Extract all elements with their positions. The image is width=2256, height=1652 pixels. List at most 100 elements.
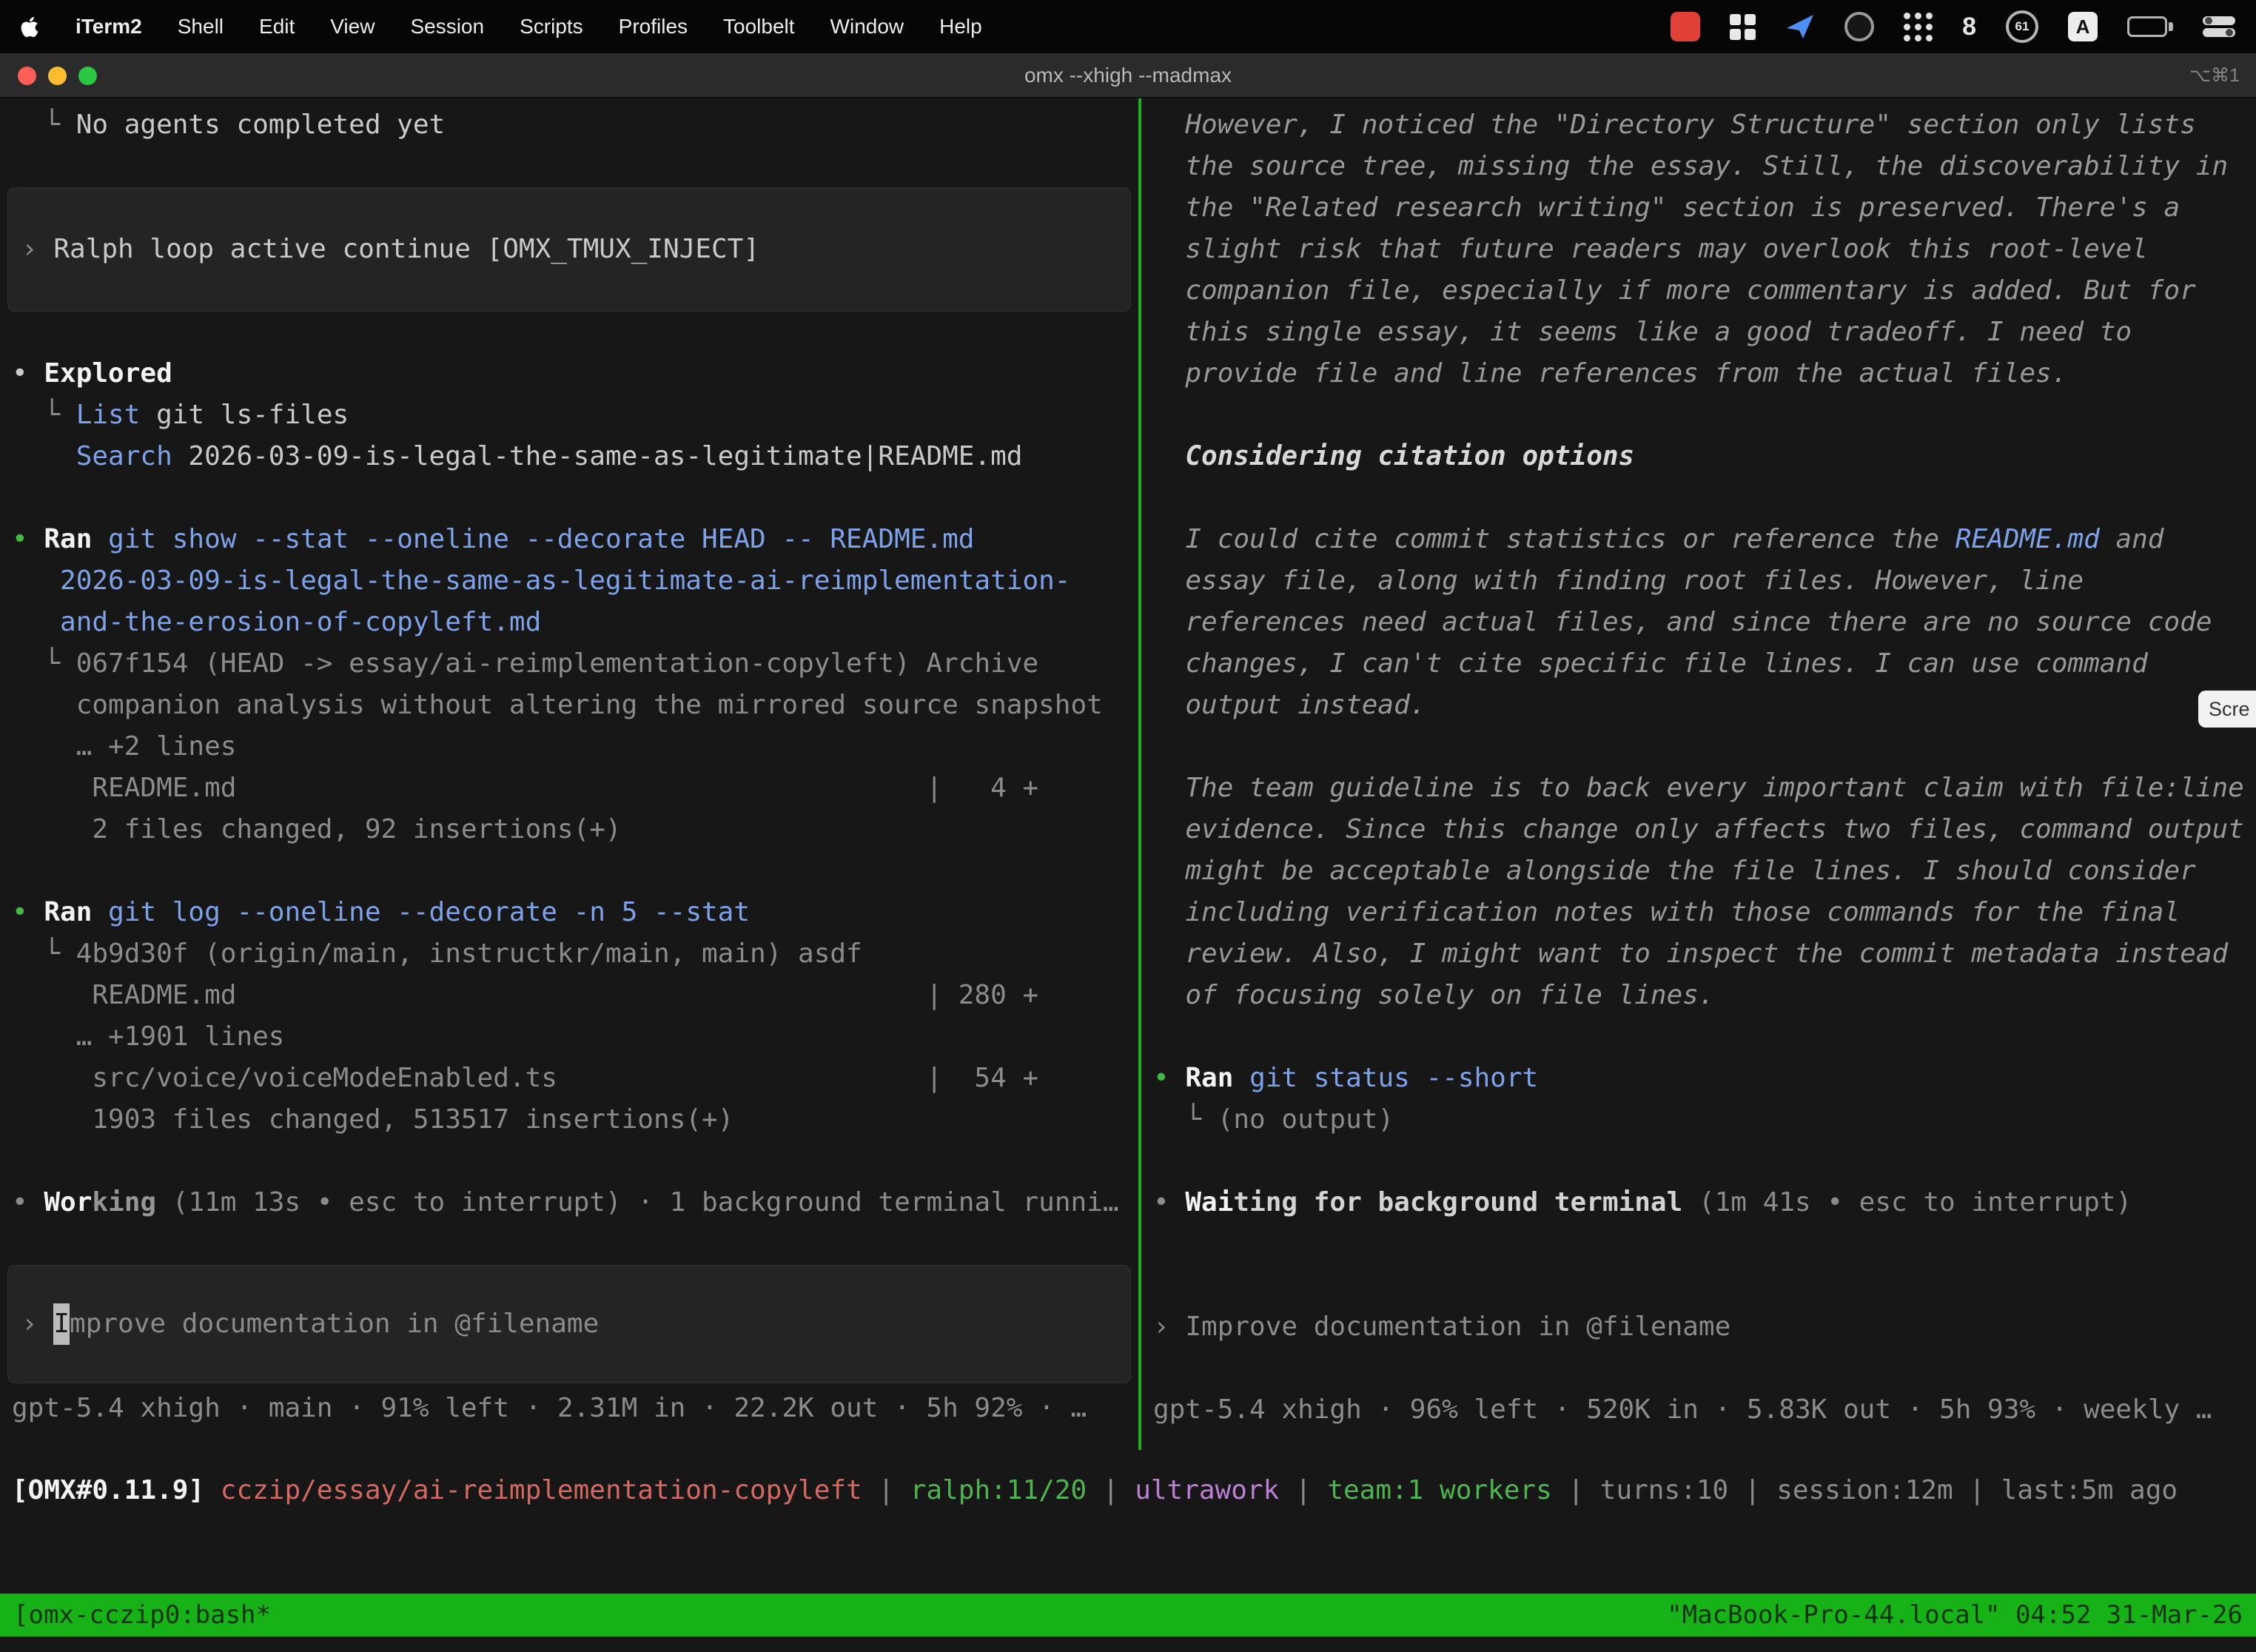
screen-recording-indicator-icon[interactable] <box>1671 12 1700 41</box>
close-window-button[interactable] <box>18 67 36 85</box>
window-grid-icon[interactable] <box>1730 14 1756 40</box>
traffic-lights <box>18 53 97 98</box>
terminal-line: including verification notes with those … <box>1153 892 2252 933</box>
terminal-line: and-the-erosion-of-copyleft.md <box>12 602 1127 643</box>
prompt-input-right[interactable]: › Improve documentation in @filename <box>1153 1306 2252 1348</box>
terminal-line: of focusing solely on file lines. <box>1153 975 2252 1016</box>
input-source-icon[interactable]: A <box>2068 12 2098 41</box>
terminal-line: Search 2026-03-09-is-legal-the-same-as-l… <box>12 436 1127 477</box>
terminal-line: README.md | 280 + <box>12 975 1127 1016</box>
terminal-line: └ (no output) <box>1153 1099 2252 1141</box>
terminal-line: slight risk that future readers may over… <box>1153 229 2252 270</box>
terminal-line: changes, I can't cite specific file line… <box>1153 643 2252 685</box>
terminal-line: 1903 files changed, 513517 insertions(+) <box>12 1099 1127 1141</box>
minimize-window-button[interactable] <box>48 67 67 85</box>
omx-status-bar: [OMX#0.11.9] cczip/essay/ai-reimplementa… <box>12 1470 2244 1511</box>
right-status-line: gpt-5.4 xhigh · 96% left · 520K in · 5.8… <box>1153 1389 2252 1431</box>
window-titlebar[interactable]: omx --xhigh --madmax ⌥⌘1 <box>0 53 2256 98</box>
terminal-line: provide file and line references from th… <box>1153 353 2252 394</box>
agents-note-text: No agents completed yet <box>76 110 446 140</box>
window-shortcut-hint: ⌥⌘1 <box>2189 64 2240 87</box>
menu-bar-left: iTerm2 Shell Edit View Session Scripts P… <box>21 15 1000 38</box>
terminal-line: companion analysis without altering the … <box>12 685 1127 726</box>
tree-branch-glyph: └ <box>12 110 76 140</box>
menu-item-profiles[interactable]: Profiles <box>601 15 705 38</box>
terminal-line: … +2 lines <box>12 726 1127 768</box>
apps-grid-icon[interactable] <box>1904 13 1933 41</box>
terminal-line <box>1153 726 2252 768</box>
screen-share-popup[interactable]: Scre <box>2198 691 2256 728</box>
battery-icon[interactable] <box>2127 16 2173 37</box>
terminal-line: • Waiting for background terminal (1m 41… <box>1153 1182 2252 1223</box>
terminal-line: [OMX#0.11.9] cczip/essay/ai-reimplementa… <box>12 1470 2244 1511</box>
zoom-window-button[interactable] <box>78 67 97 85</box>
terminal-line: README.md | 4 + <box>12 768 1127 809</box>
terminal-line <box>12 850 1127 892</box>
menu-item-view[interactable]: View <box>312 15 392 38</box>
input-placeholder: mprove documentation in @filename <box>70 1303 599 1345</box>
left-scrollback: • Explored └ List git ls-files Search 20… <box>12 353 1127 1223</box>
terminal-line: the "Related research writing" section i… <box>1153 187 2252 229</box>
right-pane: However, I noticed the "Directory Struct… <box>1141 98 2256 1450</box>
terminal-line <box>12 1141 1127 1182</box>
toggles-icon[interactable] <box>2203 16 2235 38</box>
prompt-chevron: › <box>21 1303 53 1345</box>
menu-item-session[interactable]: Session <box>392 15 502 38</box>
disk-utility-icon[interactable] <box>1844 12 1874 41</box>
terminal-line: • Working (11m 13s • esc to interrupt) ·… <box>12 1182 1127 1223</box>
prompt-chevron: › <box>21 229 53 270</box>
right-scrollback: However, I noticed the "Directory Struct… <box>1153 104 2252 1223</box>
tmux-panes: └ No agents completed yet › Ralph loop a… <box>0 98 2256 1450</box>
terminal-line <box>1153 1016 2252 1058</box>
left-pane: └ No agents completed yet › Ralph loop a… <box>0 98 1138 1450</box>
terminal-line: … +1901 lines <box>12 1016 1127 1058</box>
battery-gauge-icon[interactable]: 61 <box>2006 10 2038 43</box>
terminal-line: output instead. <box>1153 685 2252 726</box>
terminal-line: the source tree, missing the essay. Stil… <box>1153 146 2252 187</box>
ralph-inject-banner: › Ralph loop active continue [OMX_TMUX_I… <box>7 187 1131 312</box>
text-cursor: I <box>53 1303 70 1345</box>
terminal-line: references need actual files, and since … <box>1153 602 2252 643</box>
terminal-line: 2 files changed, 92 insertions(+) <box>12 809 1127 850</box>
input-placeholder: Improve documentation in @filename <box>1185 1312 1730 1342</box>
terminal-line <box>1153 394 2252 436</box>
window-title: omx --xhigh --madmax <box>1024 64 1232 87</box>
menu-item-window[interactable]: Window <box>813 15 922 38</box>
paper-plane-icon[interactable] <box>1785 12 1815 41</box>
terminal-line: essay file, along with finding root file… <box>1153 560 2252 602</box>
terminal-line: 2026-03-09-is-legal-the-same-as-legitima… <box>12 560 1127 602</box>
tmux-status-bar: [omx-cczip0:bash* "MacBook-Pro-44.local"… <box>0 1594 2256 1636</box>
terminal-line: • Ran git log --oneline --decorate -n 5 … <box>12 892 1127 933</box>
prompt-chevron: › <box>1153 1312 1185 1342</box>
terminal-line: The team guideline is to back every impo… <box>1153 768 2252 809</box>
agents-note-line: └ No agents completed yet <box>12 104 1127 146</box>
terminal-line: └ List git ls-files <box>12 394 1127 436</box>
menu-item-iterm2[interactable]: iTerm2 <box>58 15 160 38</box>
terminal-line: review. Also, I might want to inspect th… <box>1153 933 2252 975</box>
ralph-inject-text: Ralph loop active continue [OMX_TMUX_INJ… <box>53 229 759 270</box>
terminal-line: └ 4b9d30f (origin/main, instructkr/main,… <box>12 933 1127 975</box>
menu-item-toolbelt[interactable]: Toolbelt <box>705 15 813 38</box>
terminal-line <box>12 477 1127 519</box>
menu-item-help[interactable]: Help <box>921 15 1000 38</box>
macos-menu-bar: iTerm2 Shell Edit View Session Scripts P… <box>0 0 2256 53</box>
terminal-line <box>1153 477 2252 519</box>
menu-item-shell[interactable]: Shell <box>160 15 241 38</box>
prompt-input-left[interactable]: › Improve documentation in @filename <box>7 1265 1131 1383</box>
terminal-line: I could cite commit statistics or refere… <box>1153 519 2252 560</box>
tmux-session-label: [omx-cczip0:bash* <box>13 1600 271 1630</box>
terminal-line: evidence. Since this change only affects… <box>1153 809 2252 850</box>
terminal-line: However, I noticed the "Directory Struct… <box>1153 104 2252 146</box>
figure-eight-icon[interactable]: 8 <box>1962 13 1976 41</box>
tmux-host-clock: "MacBook-Pro-44.local" 04:52 31-Mar-26 <box>1667 1600 2243 1630</box>
iterm-window: omx --xhigh --madmax ⌥⌘1 └ No agents com… <box>0 53 2256 1652</box>
terminal-line <box>1153 1141 2252 1182</box>
left-status-line: gpt-5.4 xhigh · main · 91% left · 2.31M … <box>12 1388 1127 1429</box>
menu-item-edit[interactable]: Edit <box>241 15 312 38</box>
terminal-line: Considering citation options <box>1153 436 2252 477</box>
terminal-line: might be acceptable alongside the file l… <box>1153 850 2252 892</box>
terminal-line: • Explored <box>12 353 1127 394</box>
apple-menu-icon[interactable] <box>21 16 38 38</box>
terminal-line: src/voice/voiceModeEnabled.ts | 54 + <box>12 1058 1127 1099</box>
menu-item-scripts[interactable]: Scripts <box>502 15 601 38</box>
